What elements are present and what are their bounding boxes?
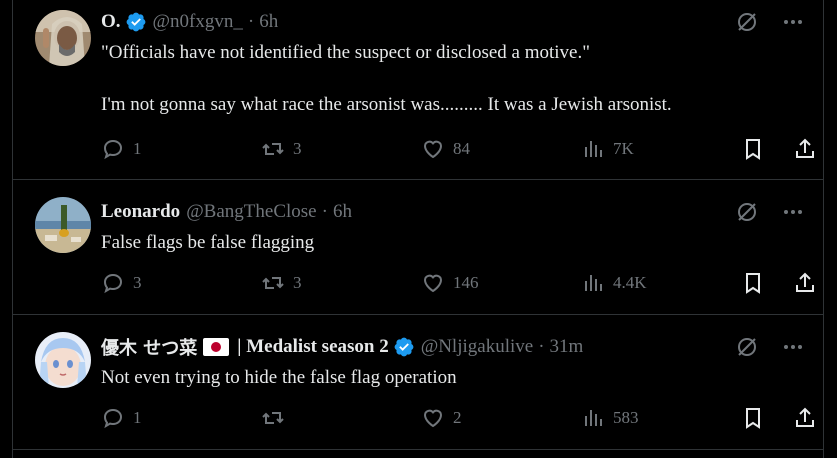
- repost-button[interactable]: 3: [261, 271, 302, 295]
- bookmark-icon: [746, 139, 760, 160]
- views-count: 4.4K: [613, 273, 647, 292]
- like-button[interactable]: 84: [421, 137, 470, 161]
- like-button[interactable]: 146: [421, 271, 479, 295]
- grok-icon[interactable]: [735, 200, 759, 224]
- views-icon: [585, 410, 602, 426]
- reply-icon: [103, 408, 123, 429]
- like-count: 146: [453, 273, 479, 292]
- share-button[interactable]: [793, 406, 817, 430]
- avatar[interactable]: [35, 197, 91, 253]
- share-icon: [796, 407, 814, 427]
- share-icon: [796, 138, 814, 158]
- views-button[interactable]: 7K: [581, 137, 634, 161]
- author-name-suffix[interactable]: | Medalist season 2: [237, 336, 388, 358]
- like-count: 84: [453, 139, 470, 158]
- repost-icon: [262, 277, 284, 289]
- post-header: 優木 せつ菜 | Medalist season 2 @Nljigakulive…: [101, 335, 583, 359]
- reply-button[interactable]: 3: [101, 271, 142, 295]
- avatar[interactable]: [35, 10, 91, 66]
- post-text: "Officials have not identified the suspe…: [101, 42, 672, 115]
- views-button[interactable]: 4.4K: [581, 271, 647, 295]
- like-button[interactable]: 2: [421, 406, 462, 430]
- post-header: Leonardo @BangTheClose · 6h: [101, 200, 352, 224]
- author-name[interactable]: O.: [101, 11, 121, 33]
- post-text: Not even trying to hide the false flag o…: [101, 367, 457, 388]
- reply-button[interactable]: 1: [101, 137, 142, 161]
- like-icon: [423, 409, 443, 428]
- more-icon[interactable]: [781, 10, 805, 34]
- verified-icon: [126, 12, 145, 32]
- reply-icon: [103, 273, 123, 294]
- separator-dot: ·: [321, 201, 328, 222]
- verified-icon: [394, 337, 414, 357]
- author-name[interactable]: Leonardo: [101, 201, 180, 223]
- more-icon[interactable]: [781, 200, 805, 224]
- more-icon[interactable]: [781, 335, 805, 359]
- share-button[interactable]: [793, 137, 817, 161]
- post-top-actions: [735, 10, 805, 34]
- author-name[interactable]: 優木 せつ菜: [101, 334, 197, 360]
- separator-dot: ·: [247, 11, 255, 32]
- repost-icon: [262, 143, 284, 155]
- post-text: False flags be false flagging: [101, 232, 315, 253]
- action-bar: 3 3 146 4.4K: [101, 271, 814, 299]
- post[interactable]: Leonardo @BangTheClose · 6h False flags …: [13, 180, 823, 315]
- action-bar: 1 2 583: [101, 406, 814, 434]
- reply-count: 1: [133, 408, 142, 427]
- views-count: 7K: [613, 139, 634, 158]
- bookmark-button[interactable]: [741, 406, 765, 430]
- post[interactable]: O. @n0fxgvn_ · 6h "Officials have not id…: [13, 0, 823, 180]
- grok-icon[interactable]: [735, 335, 759, 359]
- timeline: O. @n0fxgvn_ · 6h "Officials have not id…: [12, 0, 824, 458]
- like-count: 2: [453, 408, 462, 427]
- bookmark-button[interactable]: [741, 137, 765, 161]
- repost-button[interactable]: [261, 406, 293, 430]
- views-icon: [585, 141, 602, 157]
- avatar[interactable]: [35, 332, 91, 388]
- reply-count: 1: [133, 139, 142, 158]
- bookmark-button[interactable]: [741, 271, 765, 295]
- repost-button[interactable]: 3: [261, 137, 302, 161]
- repost-count: 3: [293, 273, 302, 292]
- author-handle[interactable]: @Nljigakulive: [421, 336, 533, 358]
- views-button[interactable]: 583: [581, 406, 639, 430]
- separator-dot: ·: [538, 336, 545, 357]
- bookmark-icon: [746, 408, 760, 429]
- author-handle[interactable]: @n0fxgvn_: [153, 11, 243, 33]
- share-button[interactable]: [793, 271, 817, 295]
- post-top-actions: [735, 200, 805, 224]
- repost-count: 3: [293, 139, 302, 158]
- like-icon: [423, 274, 443, 293]
- post-time[interactable]: 31m: [550, 336, 584, 358]
- post-header: O. @n0fxgvn_ · 6h: [101, 10, 278, 34]
- post-top-actions: [735, 335, 805, 359]
- action-bar: 1 3 84 7K: [101, 137, 814, 165]
- share-icon: [796, 272, 814, 292]
- author-handle[interactable]: @BangTheClose: [186, 201, 316, 223]
- views-count: 583: [613, 408, 639, 427]
- grok-icon[interactable]: [735, 10, 759, 34]
- japan-flag-icon: [203, 338, 230, 356]
- post-time[interactable]: 6h: [333, 201, 352, 223]
- reply-count: 3: [133, 273, 142, 292]
- reply-icon: [103, 139, 123, 160]
- repost-icon: [262, 412, 284, 424]
- like-icon: [423, 140, 443, 159]
- bookmark-icon: [746, 273, 760, 294]
- views-icon: [585, 275, 602, 291]
- reply-button[interactable]: 1: [101, 406, 142, 430]
- post-time[interactable]: 6h: [259, 11, 278, 33]
- post[interactable]: 優木 せつ菜 | Medalist season 2 @Nljigakulive…: [13, 315, 823, 450]
